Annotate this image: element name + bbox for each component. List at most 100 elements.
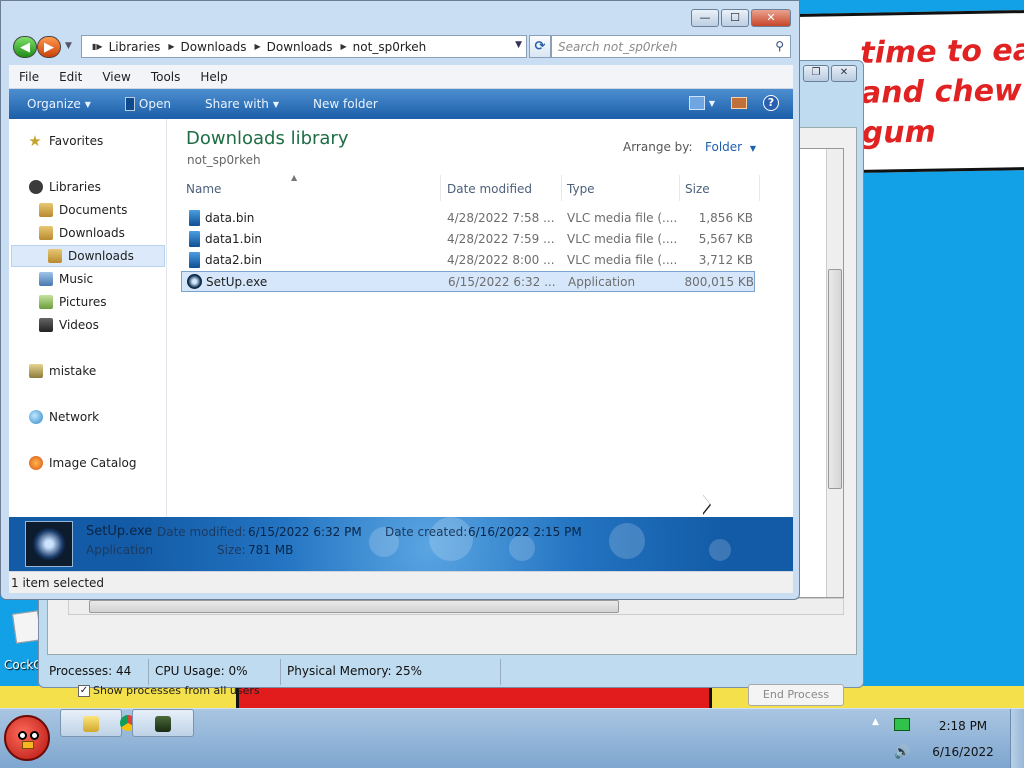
help-icon[interactable]: ? xyxy=(763,95,779,111)
maximize-button[interactable]: ☐ xyxy=(721,9,749,27)
back-button[interactable]: ◀ xyxy=(13,36,37,58)
breadcrumb-separator-icon[interactable]: ▶ xyxy=(341,42,347,51)
file-size: 1,856 KB xyxy=(698,211,753,225)
sidebar-item-downloads-sub[interactable]: Downloads xyxy=(11,245,165,267)
column-header-date[interactable]: Date modified xyxy=(442,175,562,201)
start-button[interactable] xyxy=(4,715,50,761)
sidebar-item-music[interactable]: Music xyxy=(39,268,93,290)
file-row[interactable]: data.bin 4/28/2022 7:58 ... VLC media fi… xyxy=(181,208,755,229)
sidebar-item-downloads[interactable]: Downloads xyxy=(39,222,125,244)
new-folder-button[interactable]: New folder xyxy=(295,97,394,111)
arrange-by-dropdown[interactable]: Folder ▼ xyxy=(705,140,756,154)
hscroll-thumb[interactable] xyxy=(89,600,619,613)
breadcrumb-downloads-sub[interactable]: Downloads xyxy=(267,40,333,54)
breadcrumb-folder[interactable]: not_sp0rkeh xyxy=(353,40,427,54)
column-header-name[interactable]: Name xyxy=(181,175,441,201)
taskbar: ▲ 🔊 2:18 PM 6/16/2022 xyxy=(0,708,1024,768)
recent-pages-dropdown[interactable]: ▼ xyxy=(65,41,72,51)
explorer-window[interactable]: — ☐ ✕ ◀ ▶ ▼ ▮▶ Libraries ▶ Downloads ▶ D… xyxy=(0,0,800,600)
share-with-button[interactable]: Share with ▼ xyxy=(187,97,295,111)
column-header-type[interactable]: Type xyxy=(562,175,680,201)
decorative-bubble xyxy=(709,539,731,561)
sidebar-label: Libraries xyxy=(49,180,101,194)
menu-file[interactable]: File xyxy=(9,70,49,84)
mouse-cursor-icon xyxy=(702,494,710,514)
application-logo-icon xyxy=(32,527,66,561)
network-tray-icon[interactable] xyxy=(894,718,910,731)
library-subtitle: not_sp0rkeh xyxy=(187,153,261,167)
sidebar-label: Documents xyxy=(59,203,128,217)
image-catalog-icon xyxy=(29,456,43,470)
process-list-vscrollbar[interactable] xyxy=(826,149,843,597)
sidebar-item-favorites[interactable]: ★ Favorites xyxy=(27,130,103,152)
taskbar-task-manager-button[interactable] xyxy=(132,709,194,737)
file-date: 4/28/2022 7:59 ... xyxy=(447,232,555,246)
selection-status: 1 item selected xyxy=(11,576,105,590)
process-list-hscrollbar[interactable] xyxy=(68,598,844,615)
bird-beak-icon xyxy=(22,741,34,749)
sidebar-item-mistake[interactable]: mistake xyxy=(29,360,96,382)
search-input[interactable]: Search not_sp0rkeh ⚲ xyxy=(551,35,791,58)
details-file-type: Application xyxy=(86,543,154,557)
sidebar-item-image-catalog[interactable]: Image Catalog xyxy=(29,452,136,474)
clock-date[interactable]: 6/16/2022 xyxy=(920,745,1006,759)
details-modified-label: Date modified: xyxy=(157,525,247,539)
file-name: data.bin xyxy=(205,211,255,225)
end-process-button[interactable]: End Process xyxy=(748,684,844,706)
sidebar-item-pictures[interactable]: Pictures xyxy=(39,291,107,313)
sidebar-item-videos[interactable]: Videos xyxy=(39,314,99,336)
address-bar[interactable]: ▮▶ Libraries ▶ Downloads ▶ Downloads ▶ n… xyxy=(81,35,527,58)
videos-icon xyxy=(39,318,53,332)
menu-view[interactable]: View xyxy=(92,70,140,84)
change-view-icon[interactable] xyxy=(688,96,705,110)
sidebar-item-documents[interactable]: Documents xyxy=(39,199,127,221)
sidebar-label: Downloads xyxy=(68,249,134,263)
file-row[interactable]: data2.bin 4/28/2022 8:00 ... VLC media f… xyxy=(181,250,755,271)
breadcrumb-downloads[interactable]: Downloads xyxy=(181,40,247,54)
sidebar-item-libraries[interactable]: Libraries xyxy=(29,176,101,198)
open-button[interactable]: Open xyxy=(107,97,187,111)
wallpaper-sign-text: time to eat shit and chew gum xyxy=(860,32,1024,151)
close-button[interactable]: ✕ xyxy=(751,9,791,27)
breadcrumb-libraries[interactable]: Libraries xyxy=(109,40,161,54)
sidebar-item-network[interactable]: Network xyxy=(29,406,99,428)
column-header-size[interactable]: Size xyxy=(680,175,760,201)
file-name: data1.bin xyxy=(205,232,263,246)
show-hidden-icons-icon[interactable]: ▲ xyxy=(872,717,879,727)
downloads-folder-icon xyxy=(48,249,62,263)
cpu-usage: CPU Usage: 0% xyxy=(149,659,281,685)
menu-tools[interactable]: Tools xyxy=(141,70,191,84)
menu-help[interactable]: Help xyxy=(190,70,237,84)
preview-pane-icon[interactable] xyxy=(731,97,747,109)
volume-icon[interactable]: 🔊 xyxy=(894,745,910,760)
chevron-down-icon[interactable]: ▼ xyxy=(709,99,715,108)
vscroll-thumb[interactable] xyxy=(828,269,842,489)
physical-memory: Physical Memory: 25% xyxy=(281,659,501,685)
application-icon xyxy=(187,274,202,289)
address-dropdown-icon[interactable]: ▼ xyxy=(515,40,522,50)
menu-edit[interactable]: Edit xyxy=(49,70,92,84)
breadcrumb-separator-icon[interactable]: ▶ xyxy=(254,42,260,51)
pictures-icon xyxy=(39,295,53,309)
refresh-button[interactable]: ⟳ xyxy=(529,35,551,58)
vlc-file-icon xyxy=(189,231,200,247)
file-row-selected[interactable]: SetUp.exe 6/15/2022 6:32 ... Application… xyxy=(181,271,755,292)
show-desktop-button[interactable] xyxy=(1010,709,1024,768)
organize-button[interactable]: Organize ▼ xyxy=(9,97,107,111)
show-all-processes[interactable]: ✓ Show processes from all users xyxy=(78,684,260,697)
sidebar-label: Network xyxy=(49,410,100,424)
forward-button[interactable]: ▶ xyxy=(37,36,61,58)
search-icon[interactable]: ⚲ xyxy=(775,39,784,53)
taskmgr-close-button[interactable]: ✕ xyxy=(831,65,857,82)
taskmgr-restore-button[interactable]: ❐ xyxy=(803,65,829,82)
clock-time[interactable]: 2:18 PM xyxy=(920,719,1006,733)
decorative-bubble xyxy=(609,523,645,559)
breadcrumb-separator-icon[interactable]: ▶ xyxy=(168,42,174,51)
new-folder-label: New folder xyxy=(313,97,378,111)
show-all-checkbox[interactable]: ✓ xyxy=(78,684,90,697)
minimize-button[interactable]: — xyxy=(691,9,719,27)
file-name: SetUp.exe xyxy=(206,275,268,289)
file-row[interactable]: data1.bin 4/28/2022 7:59 ... VLC media f… xyxy=(181,229,755,250)
desktop-icon[interactable]: CockC xyxy=(2,608,42,678)
menu-bar: File Edit View Tools Help xyxy=(9,65,793,89)
